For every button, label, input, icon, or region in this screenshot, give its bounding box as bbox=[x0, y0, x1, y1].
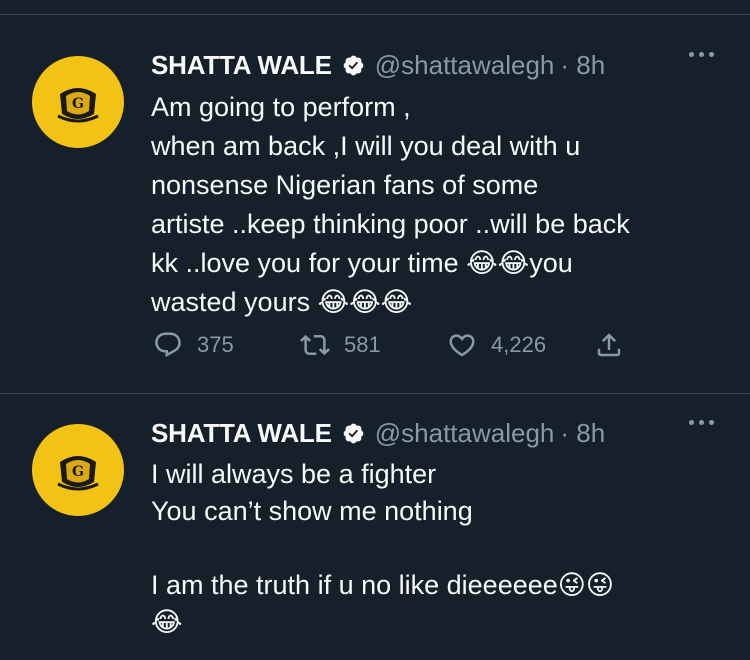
reply-count: 375 bbox=[197, 332, 234, 357]
tweet-header: SHATTA WALE @shattawalegh · 8h bbox=[151, 418, 605, 449]
author-name[interactable]: SHATTA WALE bbox=[151, 50, 332, 81]
tweet-text: I will always be a fighter You can’t sho… bbox=[151, 459, 615, 637]
more-icon[interactable] bbox=[689, 420, 714, 425]
tweet-2[interactable]: G SHATTA WALE @shattawalegh · 8h I will … bbox=[0, 408, 750, 660]
author-handle[interactable]: @shattawalegh bbox=[375, 418, 555, 449]
tweet-text: Am going to perform , when am back ,I wi… bbox=[151, 92, 630, 317]
reply-button[interactable]: 375 bbox=[153, 330, 234, 360]
more-icon[interactable] bbox=[689, 52, 714, 57]
verified-badge-icon bbox=[343, 55, 364, 76]
like-count: 4,226 bbox=[491, 332, 547, 357]
svg-text:G: G bbox=[72, 96, 84, 112]
tweet-time[interactable]: · 8h bbox=[560, 50, 605, 81]
reply-icon bbox=[155, 332, 181, 358]
share-icon bbox=[597, 333, 621, 357]
retweet-button[interactable]: 581 bbox=[300, 330, 381, 360]
tweet-actions: 375 581 4,226 bbox=[153, 330, 633, 366]
avatar[interactable]: G bbox=[32, 56, 124, 148]
crest-logo-icon: G bbox=[52, 76, 104, 128]
tweet-header: SHATTA WALE @shattawalegh · 8h bbox=[151, 50, 605, 81]
svg-text:G: G bbox=[72, 464, 84, 480]
author-name[interactable]: SHATTA WALE bbox=[151, 418, 332, 449]
crest-logo-icon: G bbox=[52, 444, 104, 496]
verified-badge-icon bbox=[343, 423, 364, 444]
retweet-icon bbox=[300, 334, 330, 356]
like-icon bbox=[449, 334, 475, 357]
like-button[interactable]: 4,226 bbox=[447, 330, 546, 360]
top-divider bbox=[0, 14, 750, 15]
author-handle[interactable]: @shattawalegh bbox=[375, 50, 555, 81]
avatar[interactable]: G bbox=[32, 424, 124, 516]
tweet-time[interactable]: · 8h bbox=[560, 418, 605, 449]
tweet-1[interactable]: G SHATTA WALE @shattawalegh · 8h Am goin… bbox=[0, 40, 750, 390]
retweet-count: 581 bbox=[344, 332, 381, 357]
tweet-divider bbox=[0, 393, 750, 394]
share-button[interactable] bbox=[594, 330, 624, 360]
